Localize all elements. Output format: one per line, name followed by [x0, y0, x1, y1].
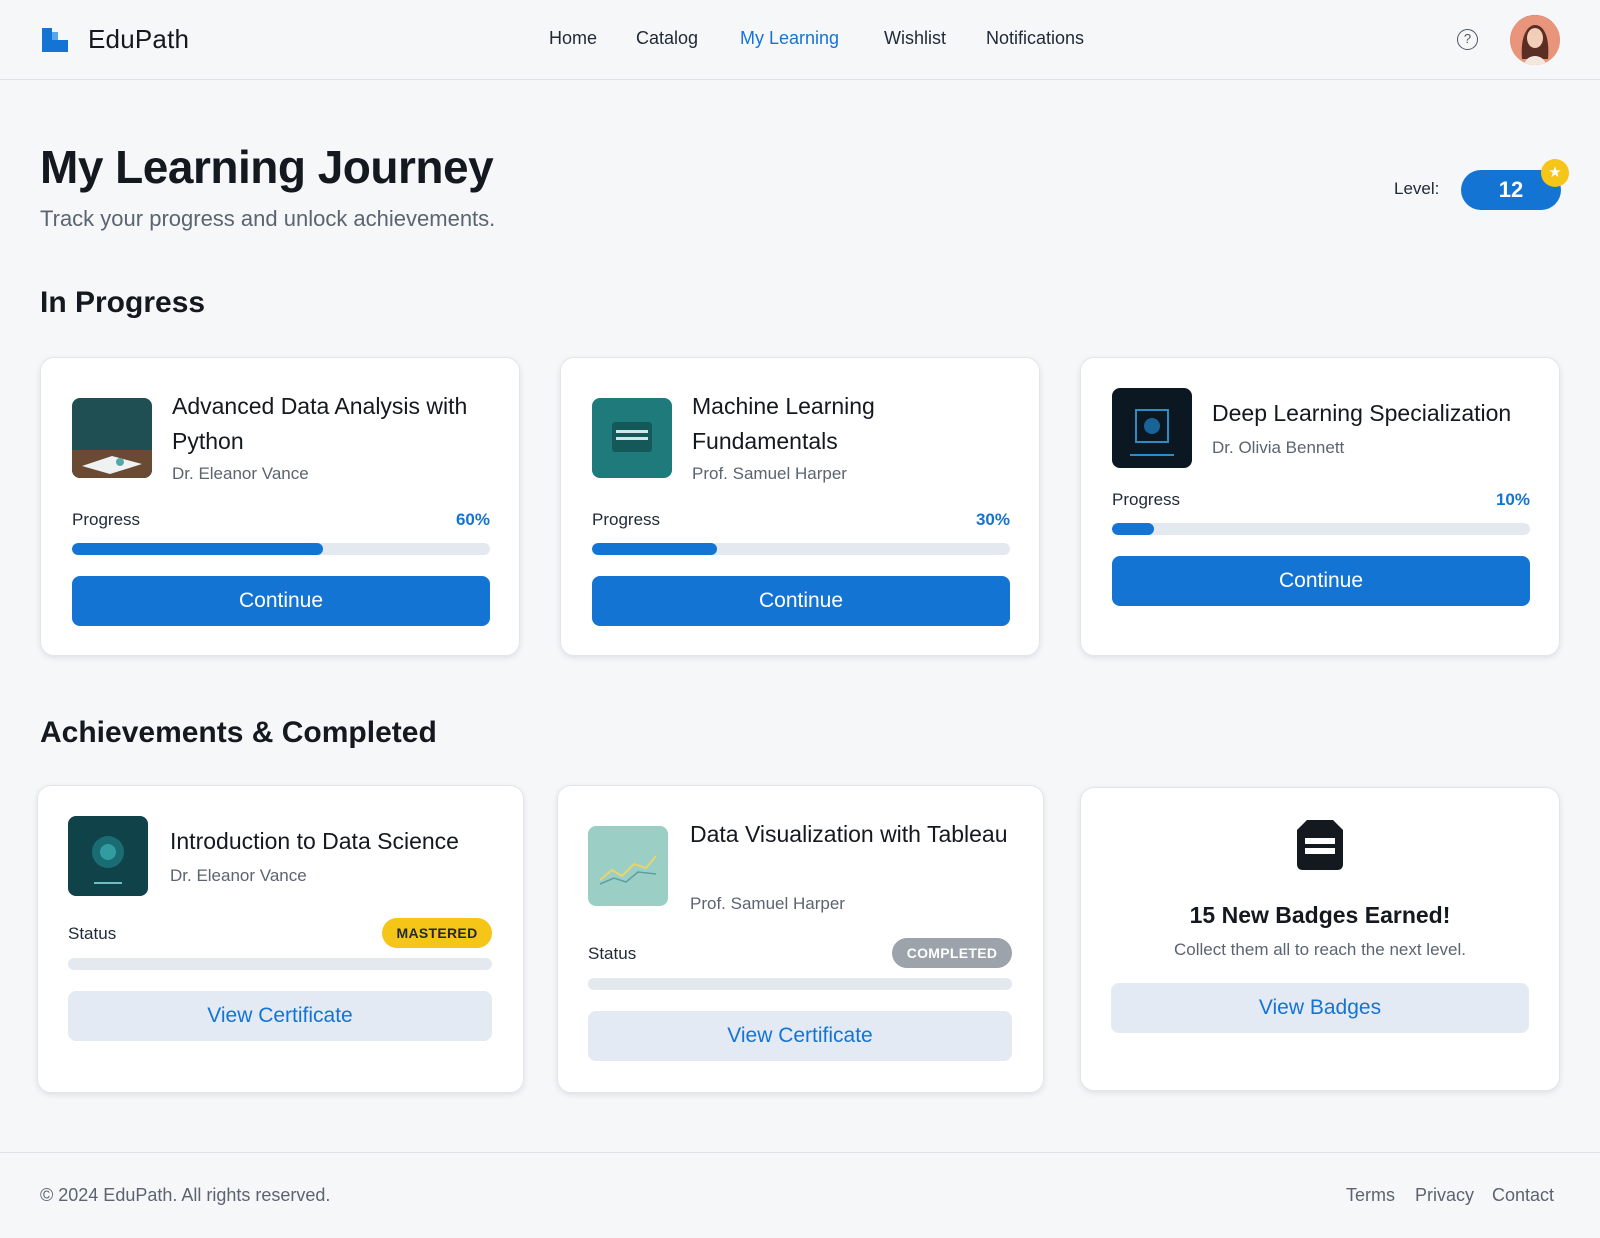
- progress-bar: [592, 543, 1010, 555]
- progress-percent: 10%: [1495, 490, 1530, 509]
- completed-course-card: Data Visualization with Tableau Prof. Sa…: [557, 785, 1044, 1093]
- course-instructor: Dr. Eleanor Vance: [172, 464, 309, 483]
- badges-subtitle: Collect them all to reach the next level…: [1174, 940, 1466, 959]
- footer-link-privacy[interactable]: Privacy: [1415, 1185, 1474, 1206]
- continue-button[interactable]: Continue: [72, 576, 490, 626]
- in-progress-heading: In Progress: [40, 286, 206, 319]
- course-thumbnail: [1112, 388, 1192, 468]
- status-bar: [588, 978, 1012, 990]
- progress-bar-fill: [1112, 523, 1154, 535]
- course-title: Data Visualization with Tableau: [690, 821, 1008, 847]
- course-card: Deep Learning Specialization Dr. Olivia …: [1080, 357, 1560, 656]
- course-instructor: Dr. Olivia Bennett: [1212, 438, 1345, 457]
- course-title: Deep Learning Specialization: [1212, 400, 1512, 426]
- view-certificate-button[interactable]: View Certificate: [588, 1011, 1012, 1061]
- star-icon: ★: [1541, 159, 1569, 187]
- completed-course-card: Introduction to Data Science Dr. Eleanor…: [37, 785, 524, 1093]
- nav-home[interactable]: Home: [549, 28, 597, 49]
- continue-button[interactable]: Continue: [592, 576, 1010, 626]
- footer-link-terms[interactable]: Terms: [1346, 1185, 1395, 1206]
- nav-wishlist[interactable]: Wishlist: [884, 28, 946, 49]
- progress-bar-fill: [72, 543, 323, 555]
- nav-notifications[interactable]: Notifications: [986, 28, 1084, 49]
- status-badge: COMPLETED: [892, 938, 1012, 968]
- status-bar: [68, 958, 492, 970]
- course-card: Advanced Data Analysis with Python Dr. E…: [40, 357, 520, 656]
- course-title: Advanced Data Analysis with Python: [172, 393, 468, 454]
- course-instructor: Prof. Samuel Harper: [692, 464, 847, 483]
- progress-bar: [72, 543, 490, 555]
- help-icon[interactable]: ?: [1457, 29, 1478, 50]
- course-instructor: Dr. Eleanor Vance: [170, 866, 307, 885]
- footer-link-contact[interactable]: Contact: [1492, 1185, 1554, 1206]
- nav-my-learning[interactable]: My Learning: [740, 28, 839, 49]
- footer: © 2024 EduPath. All rights reserved. Ter…: [0, 1152, 1600, 1238]
- course-thumbnail: [592, 398, 672, 478]
- user-avatar[interactable]: [1510, 15, 1560, 65]
- course-thumbnail: [68, 816, 148, 896]
- progress-label: Progress: [72, 510, 141, 529]
- continue-button[interactable]: Continue: [1112, 556, 1530, 606]
- course-title: Machine Learning Fundamentals: [692, 393, 875, 454]
- page-subtitle: Track your progress and unlock achieveme…: [40, 206, 496, 231]
- status-label: Status: [68, 924, 117, 943]
- status-label: Status: [588, 944, 637, 963]
- course-thumbnail: [588, 826, 668, 906]
- course-instructor: Prof. Samuel Harper: [690, 894, 845, 913]
- badges-title: 15 New Badges Earned!: [1189, 902, 1451, 928]
- course-thumbnail: [72, 398, 152, 478]
- view-badges-button[interactable]: View Badges: [1111, 983, 1529, 1033]
- status-badge: MASTERED: [382, 918, 492, 948]
- progress-bar: [1112, 523, 1530, 535]
- top-navigation-bar: EduPath Home Catalog My Learning Wishlis…: [0, 0, 1600, 80]
- main-nav: Home Catalog My Learning Wishlist Notifi…: [0, 28, 1600, 52]
- progress-percent: 30%: [975, 510, 1010, 529]
- course-card: Machine Learning Fundamentals Prof. Samu…: [560, 357, 1040, 656]
- level-label: Level:: [1394, 179, 1440, 198]
- course-title: Introduction to Data Science: [170, 828, 459, 854]
- achievements-heading: Achievements & Completed: [40, 716, 437, 749]
- progress-percent: 60%: [455, 510, 490, 529]
- progress-bar-fill: [592, 543, 718, 555]
- view-certificate-button[interactable]: View Certificate: [68, 991, 492, 1041]
- nav-catalog[interactable]: Catalog: [636, 28, 698, 49]
- badge-icon: [1297, 820, 1343, 870]
- progress-label: Progress: [592, 510, 661, 529]
- page-title: My Learning Journey: [40, 141, 494, 193]
- copyright: © 2024 EduPath. All rights reserved.: [40, 1185, 331, 1205]
- progress-label: Progress: [1112, 490, 1181, 509]
